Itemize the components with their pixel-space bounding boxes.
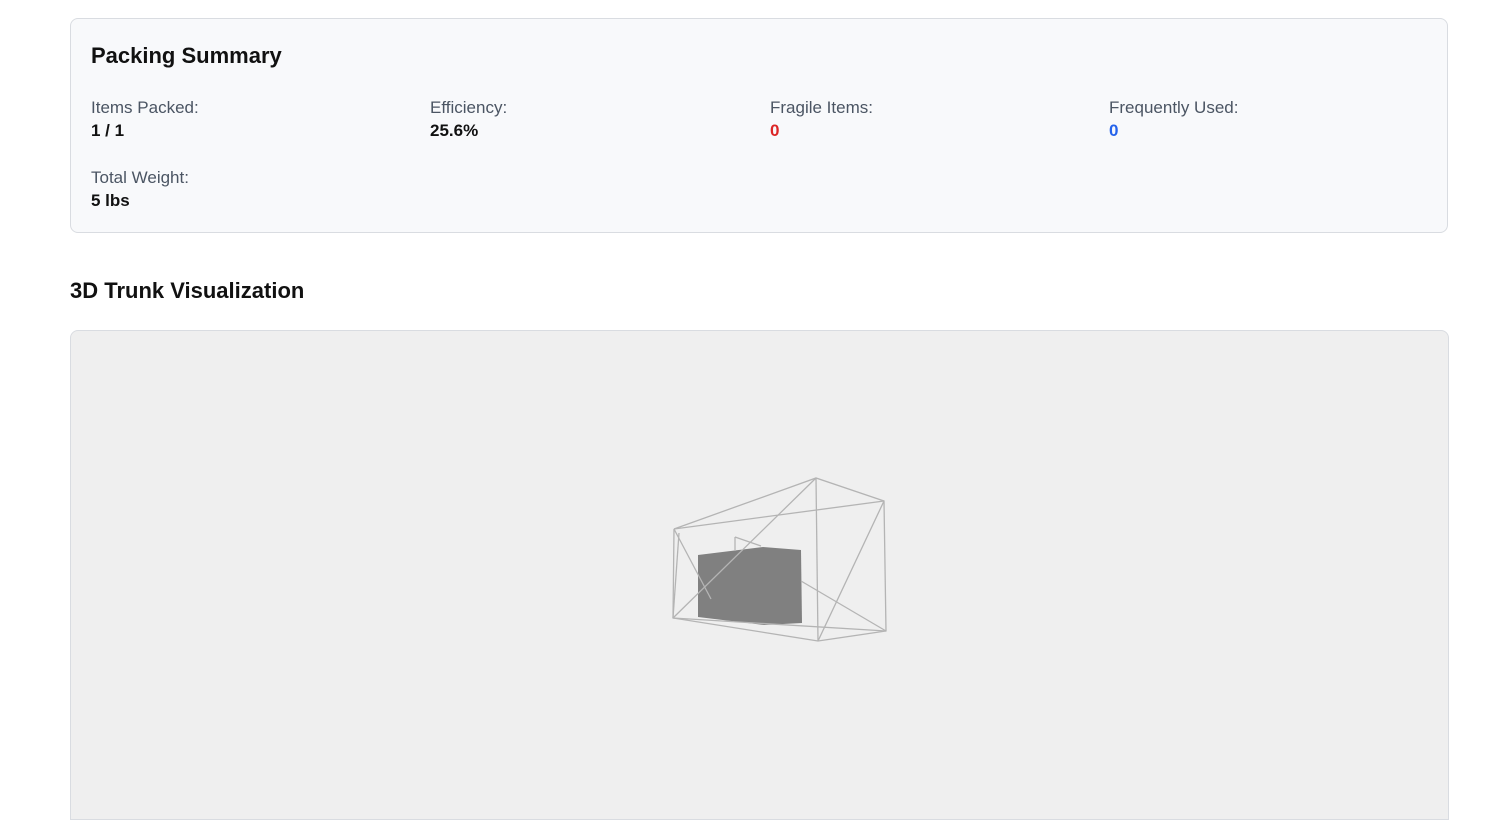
trunk-3d-scene[interactable] <box>71 331 1450 821</box>
packing-summary-card: Packing Summary Items Packed: 1 / 1 Effi… <box>70 18 1448 233</box>
efficiency-value: 25.6% <box>430 121 479 140</box>
frequently-used-stat: Frequently Used: 0 <box>1109 97 1429 143</box>
total-weight-value: 5 lbs <box>91 191 130 210</box>
total-weight-label: Total Weight: <box>91 168 189 187</box>
packing-summary-title: Packing Summary <box>91 43 282 68</box>
frequently-used-value: 0 <box>1109 121 1119 140</box>
efficiency-stat: Efficiency: 25.6% <box>430 97 750 143</box>
visualization-title: 3D Trunk Visualization <box>70 278 305 303</box>
items-packed-stat: Items Packed: 1 / 1 <box>91 97 411 143</box>
fragile-items-value: 0 <box>770 121 780 140</box>
items-packed-label: Items Packed: <box>91 98 199 117</box>
trunk-3d-canvas[interactable] <box>70 330 1449 820</box>
packed-item-box[interactable] <box>698 547 802 625</box>
total-weight-stat: Total Weight: 5 lbs <box>91 167 411 213</box>
fragile-items-label: Fragile Items: <box>770 98 873 117</box>
items-packed-value: 1 / 1 <box>91 121 125 140</box>
frequently-used-label: Frequently Used: <box>1109 98 1239 117</box>
fragile-items-stat: Fragile Items: 0 <box>770 97 1090 143</box>
efficiency-label: Efficiency: <box>430 98 508 117</box>
